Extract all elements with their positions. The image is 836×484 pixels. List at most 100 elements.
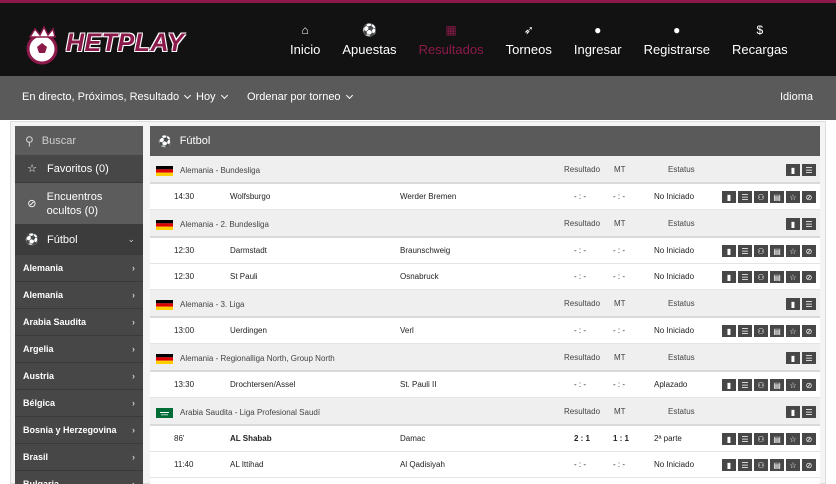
sidebar-country-item[interactable]: Bosnia y Herzegovina › [15,417,143,444]
league-header-row[interactable]: Alemania - Bundesliga Resultado MT Estatus ▮… [150,156,820,184]
stats-chart-icon[interactable]: ▮ [722,271,736,283]
list-icon[interactable]: ☰ [738,271,752,283]
sidebar-hidden-matches[interactable]: ⊘ Encuentros ocultos (0) [15,183,143,225]
eye-slash-icon[interactable]: ⊘ [802,433,816,445]
stats-chart-icon[interactable]: ▮ [786,164,800,176]
sidebar-country-item[interactable]: Bulgaria › [15,471,143,484]
stats-chart-icon[interactable]: ▮ [722,459,736,471]
sidebar-country-item[interactable]: Alemania › [15,282,143,309]
star-icon[interactable]: ☆ [786,379,800,391]
home-team: AL Shabab [230,434,272,443]
sidebar-country-item[interactable]: Bélgica › [15,390,143,417]
sidebar-country-item[interactable]: Alemania › [15,255,143,282]
match-row[interactable]: 14:30 Wolfsburgo Werder Bremen - : - - : - No… [150,184,820,210]
list-icon[interactable]: ☰ [738,379,752,391]
list-icon[interactable]: ☰ [738,325,752,337]
match-time: 14:30 [174,192,195,201]
chevron-down-icon [345,91,353,100]
filter-bar: En directo, Próximos, Resultado Hoy Orde… [0,76,836,120]
star-icon[interactable]: ☆ [786,433,800,445]
list-icon[interactable]: ☰ [802,164,816,176]
document-icon[interactable]: ▤ [770,271,784,283]
document-icon[interactable]: ▤ [770,191,784,203]
list-icon[interactable]: ☰ [738,191,752,203]
stats-chart-icon[interactable]: ▮ [786,218,800,230]
match-row[interactable]: 11:40 AL Ittihad Al Qadisiyah - : - - : - No … [150,452,820,478]
lineup-icon[interactable]: ⚇ [754,325,768,337]
filter-live-upcoming-results[interactable]: En directo, Próximos, Resultado [22,91,192,103]
match-time: 11:40 [174,460,194,469]
document-icon[interactable]: ▤ [770,245,784,257]
eye-slash-icon[interactable]: ⊘ [802,379,816,391]
column-status-label: Estatus [668,164,695,174]
language-selector[interactable]: Idioma [780,91,813,103]
stats-chart-icon[interactable]: ▮ [722,433,736,445]
document-icon[interactable]: ▤ [770,433,784,445]
sidebar-country-item[interactable]: Argelia › [15,336,143,363]
sidebar-favorites[interactable]: ☆ Favoritos (0) [15,155,143,183]
sort-by-tournament[interactable]: Ordenar por torneo [247,91,353,103]
league-header-row[interactable]: Alemania - Regionalliga North, Group Nor… [150,344,820,372]
list-icon[interactable]: ☰ [738,433,752,445]
chevron-right-icon: › [132,290,135,300]
stats-chart-icon[interactable]: ▮ [786,352,800,364]
list-icon[interactable]: ☰ [738,459,752,471]
list-icon[interactable]: ☰ [738,245,752,257]
match-row[interactable]: 13:00 Uerdingen Verl - : - - : - No Iniciado ▮… [150,318,820,344]
nav-recargas[interactable]: $ Recargas [732,23,788,57]
stats-chart-icon[interactable]: ▮ [722,245,736,257]
match-row[interactable]: 13:30 Drochtersen/Assel St. Pauli II - : - -… [150,372,820,398]
star-icon[interactable]: ☆ [786,271,800,283]
lineup-icon[interactable]: ⚇ [754,245,768,257]
match-row[interactable]: 12:30 St Pauli Osnabruck - : - - : - No Inici… [150,264,820,290]
hetplay-logo[interactable]: HETPLAY [20,17,200,69]
document-icon[interactable]: ▤ [770,325,784,337]
sidebar-country-item[interactable]: Austria › [15,363,143,390]
search-box[interactable]: ⚲ Buscar [15,126,143,155]
star-icon[interactable]: ☆ [786,191,800,203]
eye-slash-icon[interactable]: ⊘ [802,191,816,203]
nav-ingresar[interactable]: ● Ingresar [574,23,622,57]
sidebar-sport-football[interactable]: ⚽ Fútbol ⌄ [15,225,143,255]
nav-inicio[interactable]: ⌂ Inicio [290,23,320,57]
league-header-row[interactable]: Alemania - 3. Liga Resultado MT Estatus ▮ ☰ [150,290,820,318]
stats-chart-icon[interactable]: ▮ [786,406,800,418]
lineup-icon[interactable]: ⚇ [754,191,768,203]
eye-slash-icon[interactable]: ⊘ [802,459,816,471]
column-status-label: Estatus [668,218,695,228]
league-header-row[interactable]: Alemania - 2. Bundesliga Resultado MT Estat… [150,210,820,238]
stats-chart-icon[interactable]: ▮ [722,325,736,337]
star-icon[interactable]: ☆ [786,245,800,257]
star-icon[interactable]: ☆ [786,325,800,337]
list-icon[interactable]: ☰ [802,298,816,310]
document-icon[interactable]: ▤ [770,459,784,471]
lineup-icon[interactable]: ⚇ [754,433,768,445]
list-icon[interactable]: ☰ [802,352,816,364]
sidebar-country-item[interactable]: Arabia Saudita › [15,309,143,336]
list-icon[interactable]: ☰ [802,406,816,418]
eye-slash-icon[interactable]: ⊘ [802,325,816,337]
eye-slash-icon[interactable]: ⊘ [802,271,816,283]
match-row[interactable]: 86' AL Shabab Damac 2 : 1 1 : 1 2ª parte ▮ ☰ ⚇ ▤ ☆… [150,426,820,452]
stats-chart-icon[interactable]: ▮ [722,379,736,391]
nav-apuestas[interactable]: ⚽ Apuestas [342,23,396,57]
document-icon[interactable]: ▤ [770,379,784,391]
match-row[interactable]: 12:30 Darmstadt Braunschweig - : - - : - No I… [150,238,820,264]
lineup-icon[interactable]: ⚇ [754,379,768,391]
league-name: Alemania - 3. Liga [180,300,245,309]
nav-torneos[interactable]: ➶ Torneos [506,23,552,57]
lineup-icon[interactable]: ⚇ [754,459,768,471]
filter-date[interactable]: Hoy [196,91,228,103]
list-icon[interactable]: ☰ [802,218,816,230]
column-result-label: Resultado [564,218,601,228]
nav-resultados[interactable]: ▦ Resultados [419,23,484,57]
lineup-icon[interactable]: ⚇ [754,271,768,283]
nav-registrarse[interactable]: ● Registrarse [644,23,710,57]
stats-chart-icon[interactable]: ▮ [722,191,736,203]
eye-slash-icon[interactable]: ⊘ [802,245,816,257]
stats-chart-icon[interactable]: ▮ [786,298,800,310]
star-icon[interactable]: ☆ [786,459,800,471]
chevron-down-icon [184,91,192,100]
league-header-row[interactable]: Arabia Saudita - Liga Profesional Saudí R… [150,398,820,426]
sidebar-country-item[interactable]: Brasil › [15,444,143,471]
